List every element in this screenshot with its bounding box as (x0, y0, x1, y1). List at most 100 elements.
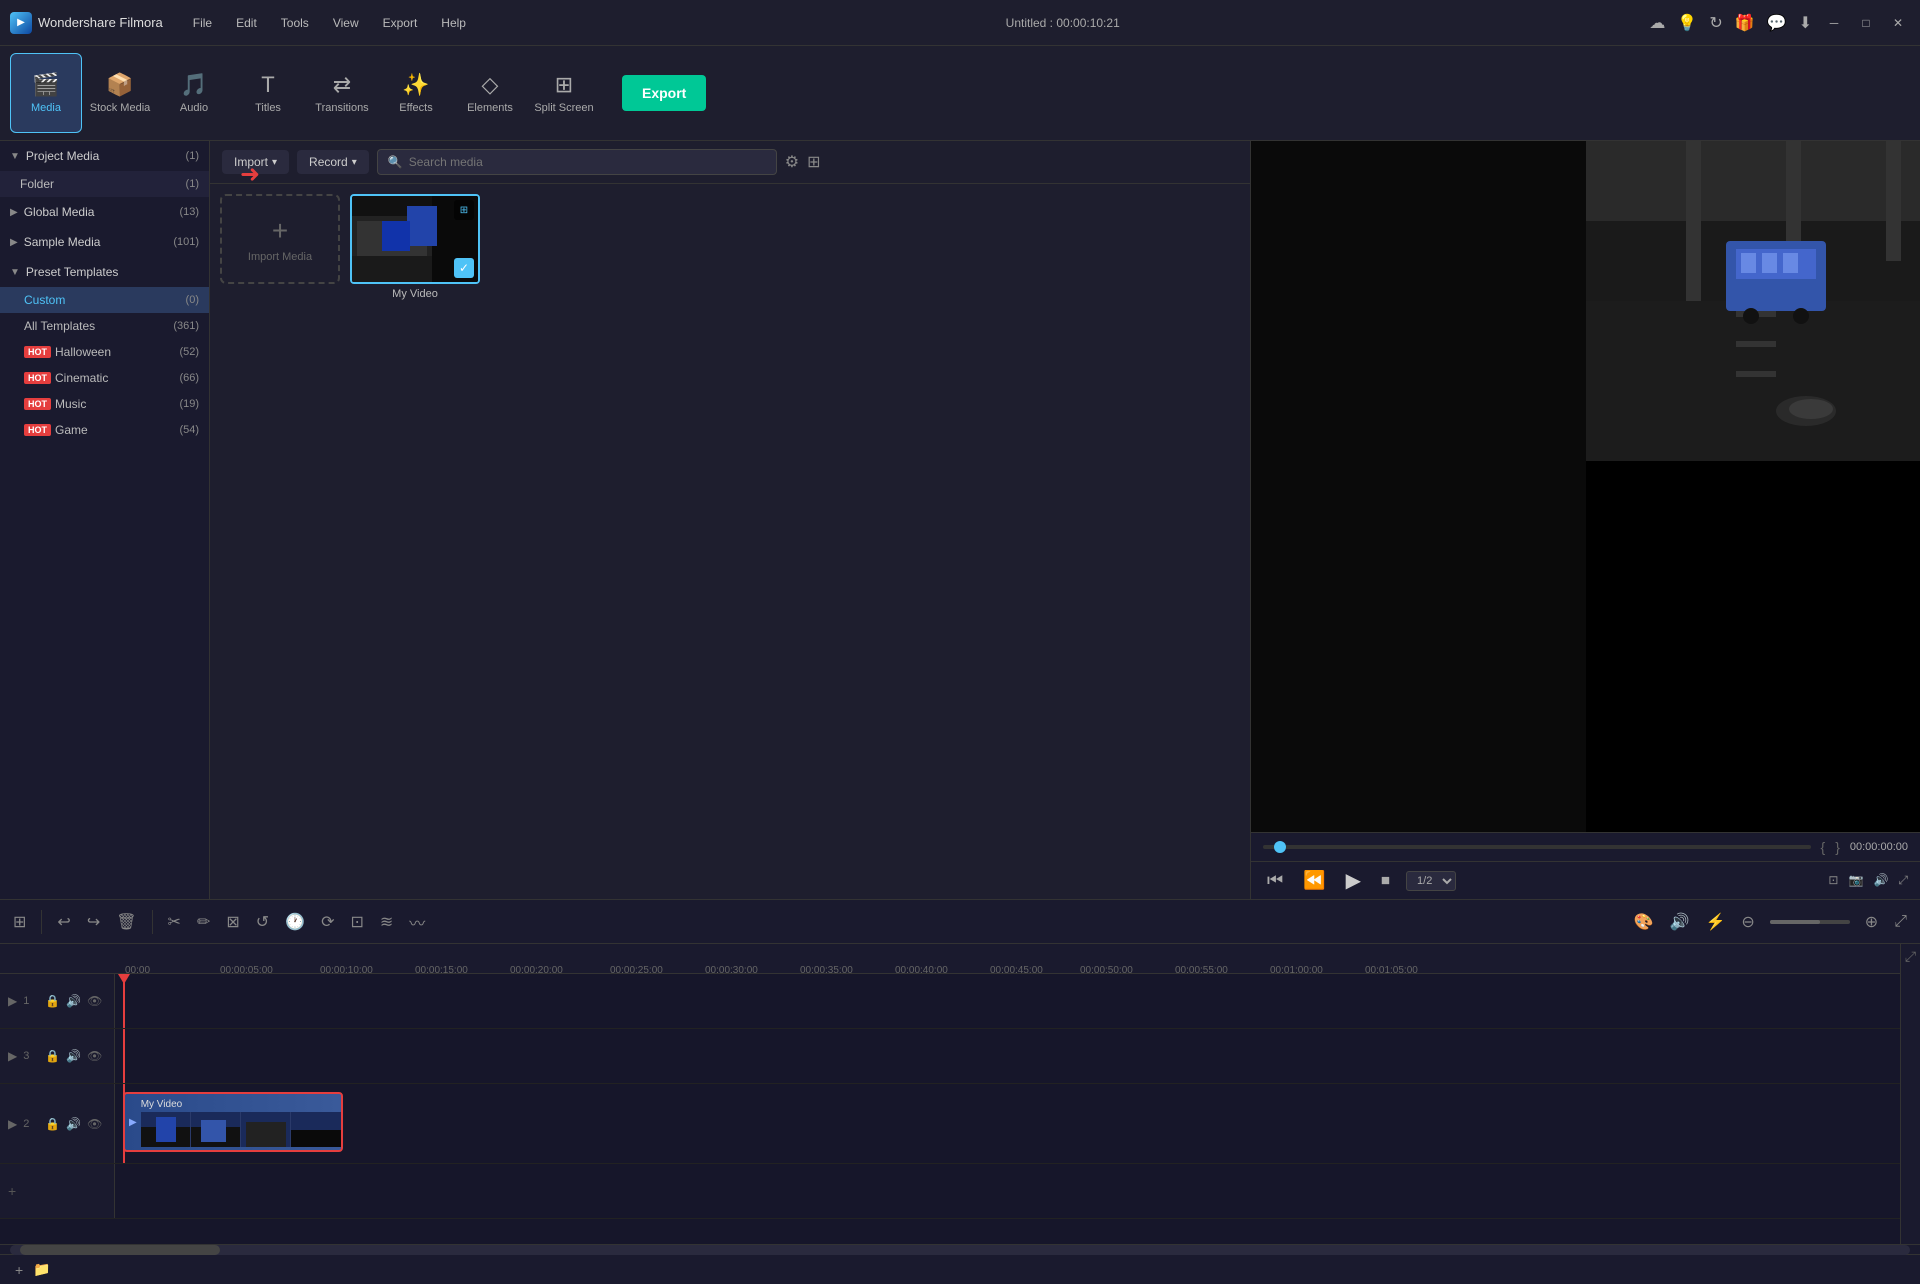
minimize-button[interactable]: ─ (1822, 11, 1846, 35)
timeline-scrollbar[interactable] (0, 1244, 1920, 1254)
toolbar-transitions[interactable]: ⇄ Transitions (306, 53, 378, 133)
layout-icon[interactable]: ⊞ (807, 152, 820, 172)
my-video-thumb[interactable]: ⊞ ✓ (350, 194, 480, 284)
gift-icon[interactable]: 🎁 (1735, 13, 1755, 33)
record-button[interactable]: Record ▾ (297, 150, 369, 174)
menu-file[interactable]: File (183, 12, 222, 34)
custom-item[interactable]: Custom (0) (0, 287, 209, 313)
zoom-in-button[interactable]: ⊕ (1860, 908, 1883, 936)
search-input[interactable] (409, 155, 766, 169)
my-video-clip[interactable]: ▶ My Video (123, 1092, 343, 1152)
filter-icon[interactable]: ⚙ (785, 152, 799, 172)
all-templates-item[interactable]: All Templates (361) (0, 313, 209, 339)
close-button[interactable]: ✕ (1886, 11, 1910, 35)
menu-export[interactable]: Export (373, 12, 428, 34)
add-track-icon[interactable]: + (8, 1183, 16, 1199)
zoom-out-button[interactable]: ⊖ (1736, 908, 1759, 936)
titles-label: Titles (255, 102, 281, 114)
speed-select[interactable]: 1/2 1/1 2x (1406, 871, 1456, 891)
search-box[interactable]: 🔍 (377, 149, 777, 175)
preset-templates-header[interactable]: ▼ Preset Templates (0, 257, 209, 287)
cinematic-item[interactable]: HOT Cinematic (66) (0, 365, 209, 391)
import-media-tile[interactable]: + Import Media (220, 194, 340, 284)
mute-icon-1[interactable]: 🔊 (66, 994, 81, 1008)
import-dropdown-arrow: ▾ (272, 157, 277, 168)
menu-help[interactable]: Help (431, 12, 476, 34)
volume-icon[interactable]: 🔊 (1873, 873, 1888, 888)
toolbar-media[interactable]: 🎬 Media (10, 53, 82, 133)
lock-icon-1[interactable]: 🔒 (45, 994, 60, 1008)
mute-icon-3[interactable]: 🔊 (66, 1049, 81, 1063)
clock-button[interactable]: 🕐 (280, 908, 310, 936)
visible-icon-1[interactable]: 👁 (87, 994, 102, 1008)
sample-media-header[interactable]: ▶ Sample Media (101) (0, 227, 209, 257)
play-button[interactable]: ▶ (1342, 868, 1365, 893)
preview-timeline-slider[interactable] (1263, 845, 1811, 849)
global-media-header[interactable]: ▶ Global Media (13) (0, 197, 209, 227)
refresh-icon[interactable]: ↻ (1709, 13, 1722, 33)
preset-templates-label: Preset Templates (26, 265, 119, 279)
time-marker-4: 00:00:20:00 (510, 965, 563, 975)
project-media-header[interactable]: ▼ Project Media (1) (0, 141, 209, 171)
download-icon[interactable]: ⬇ (1799, 13, 1812, 33)
export-button[interactable]: Export (622, 75, 706, 111)
audio-wave-button[interactable]: 〰 (404, 906, 430, 938)
ripple-button[interactable]: ≋ (375, 908, 398, 936)
toolbar-split-screen[interactable]: ⊞ Split Screen (528, 53, 600, 133)
toolbar-stock-media[interactable]: 📦 Stock Media (84, 53, 156, 133)
cloud-icon[interactable]: ☁ (1649, 13, 1665, 33)
lock-icon-3[interactable]: 🔒 (45, 1049, 60, 1063)
slider-thumb[interactable] (1274, 841, 1286, 853)
visible-icon-2[interactable]: 👁 (87, 1117, 102, 1131)
music-item[interactable]: HOT Music (19) (0, 391, 209, 417)
delete-button[interactable]: 🗑 (111, 908, 141, 936)
undo-button[interactable]: ↩ (52, 908, 75, 936)
halloween-item[interactable]: HOT Halloween (52) (0, 339, 209, 365)
bracket-out-icon[interactable]: } (1835, 839, 1840, 855)
folder-item[interactable]: Folder (1) (0, 171, 209, 197)
timeline-expand-icon[interactable]: ⤢ (1905, 948, 1916, 965)
stop-button[interactable]: ⏹ (1377, 870, 1394, 891)
snapshot-icon[interactable]: 📷 (1848, 873, 1863, 888)
add-media-track-button[interactable]: + (10, 1258, 28, 1282)
scrollbar-track[interactable] (10, 1245, 1910, 1255)
menu-view[interactable]: View (323, 12, 369, 34)
crop-preview-icon[interactable]: ⊡ (1828, 873, 1838, 888)
fullscreen-icon[interactable]: ⤢ (1898, 873, 1908, 888)
visible-icon-3[interactable]: 👁 (87, 1049, 102, 1063)
toolbar-titles[interactable]: T Titles (232, 53, 304, 133)
toolbar-effects[interactable]: ✨ Effects (380, 53, 452, 133)
time-marker-3: 00:00:15:00 (415, 965, 468, 975)
crop-button[interactable]: ⊠ (221, 908, 244, 936)
add-folder-button[interactable]: 📁 (28, 1257, 55, 1282)
game-item[interactable]: HOT Game (54) (0, 417, 209, 443)
lock-icon-2[interactable]: 🔒 (45, 1117, 60, 1131)
maximize-button[interactable]: □ (1854, 11, 1878, 35)
step-back-button[interactable]: ⏪ (1299, 870, 1329, 891)
toolbar-audio[interactable]: 🎵 Audio (158, 53, 230, 133)
rewind-button[interactable]: ⏮ (1263, 870, 1287, 891)
menu-edit[interactable]: Edit (226, 12, 267, 34)
refresh-timeline-button[interactable]: ⟳ (316, 908, 339, 936)
split-screen-label: Split Screen (534, 102, 593, 114)
audio-split-button[interactable]: 🔊 (1665, 908, 1695, 936)
chat-icon[interactable]: 💬 (1767, 13, 1787, 33)
timeline-grid-button[interactable]: ⊞ (8, 908, 31, 936)
bulb-icon[interactable]: 💡 (1677, 13, 1697, 33)
scissor-button[interactable]: ✂ (163, 908, 186, 936)
scrollbar-thumb[interactable] (20, 1245, 220, 1255)
import-button[interactable]: Import ▾ (222, 150, 289, 174)
redo-button[interactable]: ↪ (82, 908, 105, 936)
fit-button[interactable]: ⊡ (345, 908, 368, 936)
my-video-tile[interactable]: ⊞ ✓ My Video (350, 194, 480, 300)
color-button[interactable]: 🎨 (1629, 908, 1659, 936)
pen-button[interactable]: ✏ (192, 908, 215, 936)
bracket-in-icon[interactable]: { (1821, 839, 1826, 855)
expand-button[interactable]: ⤢ (1889, 909, 1912, 935)
menu-tools[interactable]: Tools (271, 12, 319, 34)
toolbar-elements[interactable]: ◇ Elements (454, 53, 526, 133)
mute-icon-2[interactable]: 🔊 (66, 1117, 81, 1131)
speed-button[interactable]: ⚡ (1700, 908, 1730, 936)
rotate-button[interactable]: ↺ (251, 908, 274, 936)
zoom-slider[interactable] (1770, 920, 1850, 924)
